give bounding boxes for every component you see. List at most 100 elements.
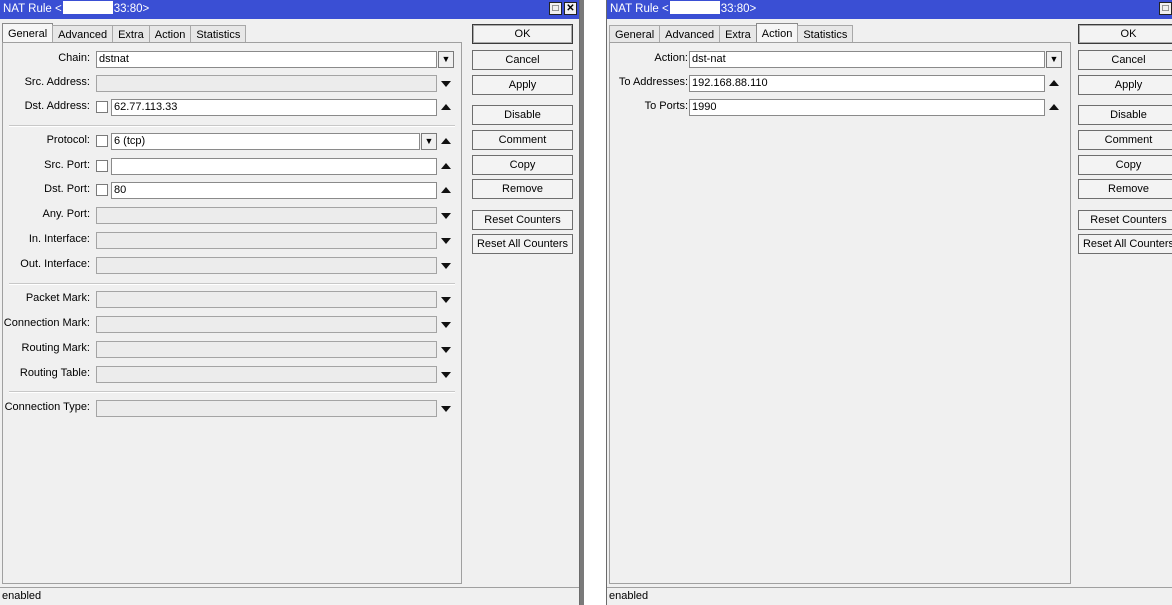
reset-all-counters-button[interactable]: Reset All Counters <box>472 234 573 254</box>
comment-button[interactable]: Comment <box>1078 130 1172 150</box>
tab-advanced[interactable]: Advanced <box>52 25 114 43</box>
to-addresses-row: To Addresses: 192.168.88.110 <box>610 75 1070 92</box>
packet-mark-field[interactable] <box>96 291 437 308</box>
window-titlebar[interactable]: NAT Rule < 33:80> □ <box>607 0 1172 19</box>
action-panel: Action: dst-nat ▼ To Addresses: 192.168.… <box>609 42 1071 584</box>
tab-advanced[interactable]: Advanced <box>659 25 721 43</box>
reset-counters-button[interactable]: Reset Counters <box>1078 210 1172 230</box>
chain-row: Chain: dstnat ▼ <box>3 51 461 68</box>
ok-button[interactable]: OK <box>472 24 573 44</box>
in-interface-field[interactable] <box>96 232 437 249</box>
to-ports-label: To Ports: <box>644 100 688 112</box>
tab-action[interactable]: Action <box>755 23 799 43</box>
window-title-prefix: NAT Rule < <box>3 3 62 15</box>
remove-button[interactable]: Remove <box>1078 179 1172 199</box>
in-interface-row: In. Interface: <box>3 232 461 249</box>
in-interface-label: In. Interface: <box>28 233 90 245</box>
any-port-label: Any. Port: <box>42 208 90 220</box>
src-port-collapse-icon[interactable] <box>441 163 451 169</box>
comment-button[interactable]: Comment <box>472 130 573 150</box>
out-interface-row: Out. Interface: <box>3 257 461 274</box>
reset-counters-button[interactable]: Reset Counters <box>472 210 573 230</box>
src-port-label: Src. Port: <box>44 159 90 171</box>
redacted-address <box>62 1 113 15</box>
protocol-collapse-icon[interactable] <box>441 138 451 144</box>
any-port-expand-icon[interactable] <box>441 213 451 219</box>
maximize-icon[interactable]: □ <box>1159 2 1172 15</box>
tab-general[interactable]: General <box>2 23 54 43</box>
maximize-icon[interactable]: □ <box>549 2 562 15</box>
src-port-negate-checkbox[interactable] <box>96 160 108 172</box>
connection-type-field[interactable] <box>96 400 437 417</box>
routing-mark-field[interactable] <box>96 341 437 358</box>
redacted-address <box>669 1 720 15</box>
routing-table-field[interactable] <box>96 366 437 383</box>
tab-action[interactable]: Action <box>148 25 192 43</box>
separator <box>9 125 455 127</box>
action-field[interactable]: dst-nat <box>689 51 1045 68</box>
src-port-row: Src. Port: <box>3 158 461 175</box>
tab-bar: General Advanced Extra Action Statistics <box>2 23 247 43</box>
any-port-field[interactable] <box>96 207 437 224</box>
src-port-field[interactable] <box>111 158 437 175</box>
tab-extra[interactable]: Extra <box>719 25 757 43</box>
connection-mark-row: Connection Mark: <box>3 316 461 333</box>
reset-all-counters-button[interactable]: Reset All Counters <box>1078 234 1172 254</box>
dst-address-collapse-icon[interactable] <box>441 104 451 110</box>
tab-extra[interactable]: Extra <box>112 25 150 43</box>
connection-type-row: Connection Type: <box>3 400 461 417</box>
out-interface-expand-icon[interactable] <box>441 263 451 269</box>
copy-button[interactable]: Copy <box>472 155 573 175</box>
tab-statistics[interactable]: Statistics <box>797 25 854 43</box>
to-ports-field[interactable]: 1990 <box>689 99 1045 116</box>
chain-field[interactable]: dstnat <box>96 51 437 68</box>
to-ports-collapse-icon[interactable] <box>1049 104 1059 110</box>
close-icon[interactable]: ✕ <box>564 2 577 15</box>
tab-statistics[interactable]: Statistics <box>190 25 247 43</box>
disable-button[interactable]: Disable <box>1078 105 1172 125</box>
routing-table-row: Routing Table: <box>3 366 461 383</box>
to-addresses-field[interactable]: 192.168.88.110 <box>689 75 1045 92</box>
dst-address-field[interactable]: 62.77.113.33 <box>111 99 437 116</box>
separator <box>9 391 455 393</box>
connection-type-expand-icon[interactable] <box>441 406 451 412</box>
src-address-expand-icon[interactable] <box>441 81 451 87</box>
action-label: Action: <box>654 52 688 64</box>
apply-button[interactable]: Apply <box>1078 75 1172 95</box>
packet-mark-expand-icon[interactable] <box>441 297 451 303</box>
protocol-dropdown-button[interactable]: ▼ <box>421 133 437 150</box>
protocol-negate-checkbox[interactable] <box>96 135 108 147</box>
general-panel: Chain: dstnat ▼ Src. Address: Dst. Addre… <box>2 42 462 584</box>
window-title-prefix: NAT Rule < <box>610 3 669 15</box>
routing-mark-row: Routing Mark: <box>3 341 461 358</box>
dst-address-negate-checkbox[interactable] <box>96 101 108 113</box>
to-addresses-collapse-icon[interactable] <box>1049 80 1059 86</box>
connection-mark-field[interactable] <box>96 316 437 333</box>
connection-mark-expand-icon[interactable] <box>441 322 451 328</box>
chain-dropdown-button[interactable]: ▼ <box>438 51 454 68</box>
ok-button[interactable]: OK <box>1078 24 1172 44</box>
connection-type-label: Connection Type: <box>4 401 90 413</box>
window-titlebar[interactable]: NAT Rule < 33:80> □ ✕ <box>0 0 579 19</box>
routing-mark-expand-icon[interactable] <box>441 347 451 353</box>
remove-button[interactable]: Remove <box>472 179 573 199</box>
protocol-field[interactable]: 6 (tcp) <box>111 133 420 150</box>
status-bar: enabled <box>0 587 579 605</box>
action-dropdown-button[interactable]: ▼ <box>1046 51 1062 68</box>
apply-button[interactable]: Apply <box>472 75 573 95</box>
cancel-button[interactable]: Cancel <box>472 50 573 70</box>
dst-port-collapse-icon[interactable] <box>441 187 451 193</box>
dst-port-negate-checkbox[interactable] <box>96 184 108 196</box>
in-interface-expand-icon[interactable] <box>441 238 451 244</box>
dst-port-field[interactable]: 80 <box>111 182 437 199</box>
routing-table-expand-icon[interactable] <box>441 372 451 378</box>
connection-mark-label: Connection Mark: <box>3 317 90 329</box>
copy-button[interactable]: Copy <box>1078 155 1172 175</box>
tab-general[interactable]: General <box>609 25 661 43</box>
out-interface-field[interactable] <box>96 257 437 274</box>
tab-bar: General Advanced Extra Action Statistics <box>609 23 854 43</box>
dst-address-row: Dst. Address: 62.77.113.33 <box>3 99 461 116</box>
cancel-button[interactable]: Cancel <box>1078 50 1172 70</box>
src-address-field[interactable] <box>96 75 437 92</box>
disable-button[interactable]: Disable <box>472 105 573 125</box>
